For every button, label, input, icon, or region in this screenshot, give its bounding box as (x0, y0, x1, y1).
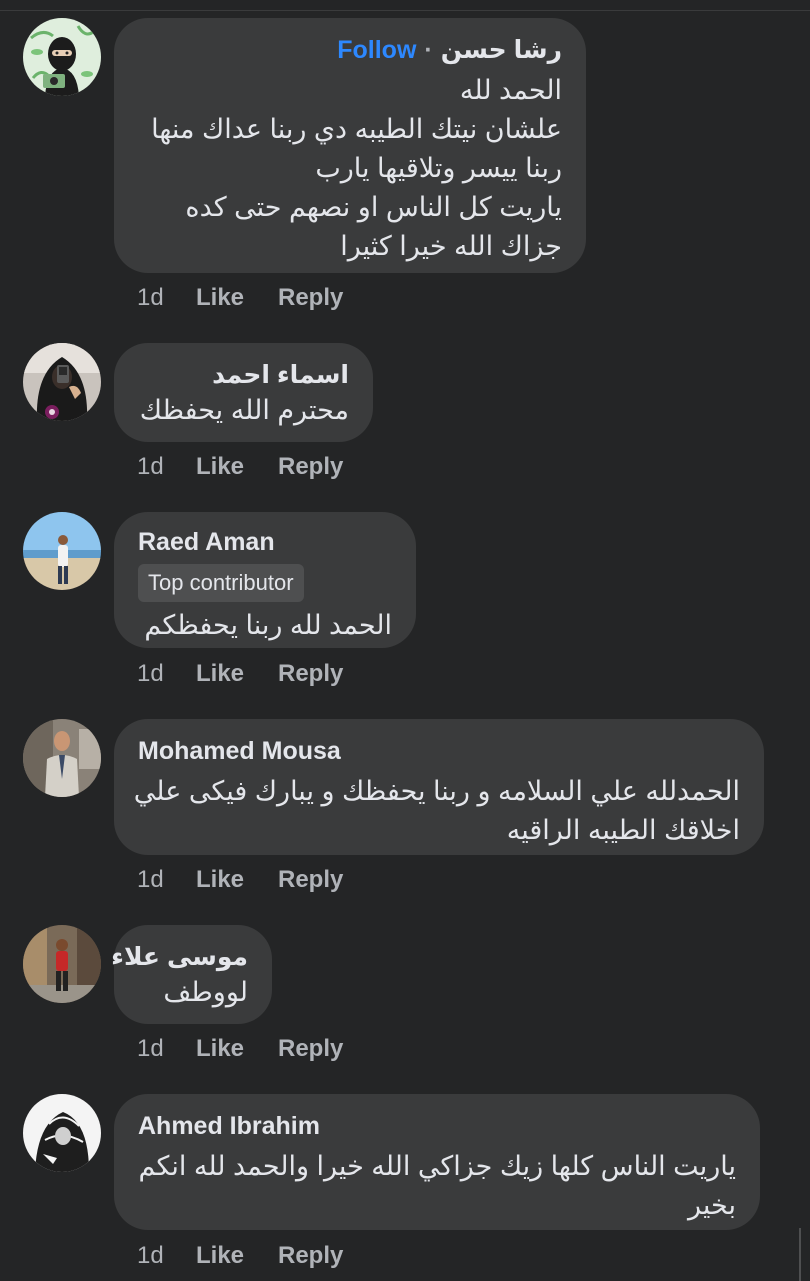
reply-button[interactable]: Reply (278, 1035, 343, 1063)
comment-header: موسى علاء (111, 941, 248, 973)
comment-age[interactable]: 1d (137, 1242, 196, 1270)
comment-header: Ahmed Ibrahim (138, 1110, 736, 1142)
comment-header: Raed Aman (138, 526, 392, 558)
avatar-sketch-icon (23, 1094, 101, 1172)
avatar-suit-icon (23, 719, 101, 797)
comment-text-line: الحمد لله ربنا يحفظكم (144, 610, 392, 640)
comment-age[interactable]: 1d (137, 1035, 196, 1063)
comment-bubble: رشا حسن Follow · الحمد لله علشان نيتك الطي… (114, 18, 586, 273)
avatar-street-icon (23, 925, 101, 1003)
follow-button[interactable]: Follow (337, 36, 416, 64)
author-name[interactable]: اسماء احمد (212, 361, 349, 389)
comment-text-line: اخلاقك الطيبه الراقيه (506, 815, 740, 845)
comment-bubble: Raed Aman Top contributor الحمد لله ربنا… (114, 512, 416, 648)
comment-header: اسماء احمد (138, 359, 349, 391)
author-name[interactable]: Raed Aman (138, 528, 275, 556)
top-divider (0, 10, 810, 11)
comment-text-line: لووطف (163, 977, 248, 1007)
comment-header: Mohamed Mousa (138, 735, 740, 767)
comment-header: رشا حسن Follow · (138, 34, 562, 66)
avatar[interactable] (23, 18, 101, 96)
like-button[interactable]: Like (196, 1035, 278, 1063)
comment-bubble: Ahmed Ibrahim ياريت الناس كلها زيك جزاكي… (114, 1094, 760, 1230)
author-name[interactable]: Mohamed Mousa (138, 737, 341, 765)
separator-dot: · (424, 36, 433, 64)
author-name[interactable]: رشا حسن (441, 36, 562, 64)
reply-button[interactable]: Reply (278, 1242, 343, 1270)
avatar[interactable] (23, 512, 101, 590)
avatar-selfie-icon (23, 343, 101, 421)
comment-text-line: جزاك الله خيرا كثيرا (340, 231, 562, 261)
reply-button[interactable]: Reply (278, 284, 343, 312)
reply-button[interactable]: Reply (278, 660, 343, 688)
comment-bubble: موسى علاء لووطف (111, 925, 272, 1024)
comment-actions: 1d Like Reply (137, 1035, 343, 1063)
like-button[interactable]: Like (196, 453, 278, 481)
reply-button[interactable]: Reply (278, 453, 343, 481)
comment-age[interactable]: 1d (137, 453, 196, 481)
avatar[interactable] (23, 1094, 101, 1172)
comment-bubble: Mohamed Mousa الحمدلله علي السلامه و ربن… (114, 719, 764, 855)
comment-actions: 1d Like Reply (137, 660, 343, 688)
avatar-illustration-icon (23, 18, 101, 96)
avatar[interactable] (23, 925, 101, 1003)
reply-button[interactable]: Reply (278, 866, 343, 894)
comment-bubble: اسماء احمد محترم الله يحفظك (114, 343, 373, 442)
comment-text-line: علشان نيتك الطيبه دي ربنا عداك منها (151, 114, 562, 144)
comment-text-line: ياريت الناس كلها زيك جزاكي الله خيرا وال… (138, 1151, 737, 1181)
comment-text-line: ياريت كل الناس او نصهم حتى كده (185, 192, 562, 222)
comment-text-line: بخير (688, 1190, 736, 1220)
top-contributor-badge: Top contributor (138, 564, 304, 602)
avatar-beach-icon (23, 512, 101, 590)
comment-age[interactable]: 1d (137, 660, 196, 688)
comment-age[interactable]: 1d (137, 866, 196, 894)
comment-actions: 1d Like Reply (137, 1242, 343, 1270)
comment-text-line: ربنا ييسر وتلاقيها يارب (315, 153, 562, 183)
like-button[interactable]: Like (196, 660, 278, 688)
like-button[interactable]: Like (196, 1242, 278, 1270)
author-name[interactable]: Ahmed Ibrahim (138, 1112, 320, 1140)
comment-age[interactable]: 1d (137, 284, 196, 312)
avatar[interactable] (23, 719, 101, 797)
comment-actions: 1d Like Reply (137, 866, 343, 894)
comment-text-line: الحمد لله (459, 75, 562, 105)
comment-text-line: الحمدلله علي السلامه و ربنا يحفظك و يبار… (133, 776, 740, 806)
comment-text-line: محترم الله يحفظك (139, 395, 349, 425)
comment-actions: 1d Like Reply (137, 284, 343, 312)
author-name[interactable]: موسى علاء (111, 943, 248, 971)
like-button[interactable]: Like (196, 284, 278, 312)
comment-actions: 1d Like Reply (137, 453, 343, 481)
scrollbar[interactable] (799, 1228, 801, 1281)
avatar[interactable] (23, 343, 101, 421)
like-button[interactable]: Like (196, 866, 278, 894)
